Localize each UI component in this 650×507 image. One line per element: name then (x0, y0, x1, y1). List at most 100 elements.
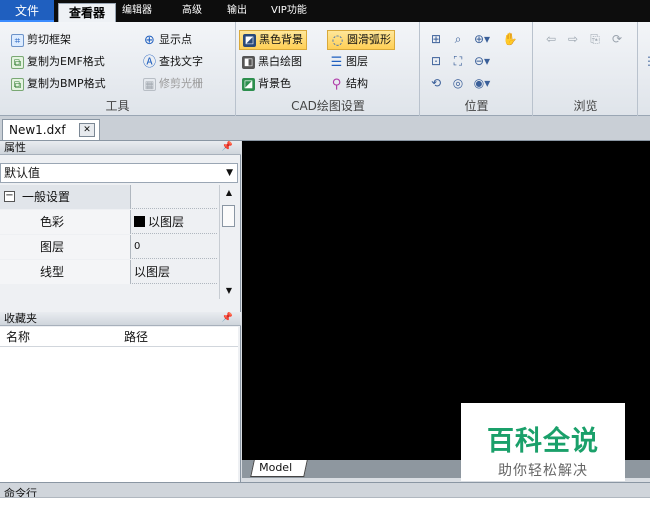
group-position-label: 位置 (464, 99, 489, 113)
property-row-linetype[interactable]: 线型 以图层 (0, 260, 217, 284)
column-name[interactable]: 名称 (6, 327, 30, 347)
property-value[interactable]: 以图层 (134, 260, 170, 284)
trim-raster-label: 修剪光栅 (159, 77, 203, 90)
command-input[interactable] (0, 497, 650, 507)
zoom-prev-icon[interactable]: ◉▾ (473, 74, 491, 92)
property-category-row[interactable]: − 一般设置 (0, 185, 217, 209)
close-icon[interactable]: ✕ (79, 123, 95, 137)
zoom-in-icon[interactable]: ⊕▾ (473, 30, 491, 48)
favorites-column-header: 名称 路径 (0, 327, 238, 347)
document-tab-strip: New1.dxf ✕ (0, 116, 650, 141)
find-icon: Ⓐ (143, 54, 157, 70)
tab-advanced[interactable]: 高级 (182, 0, 202, 22)
extents-icon[interactable]: ⊡ (427, 52, 445, 70)
favorites-title: 收藏夹 (4, 312, 37, 325)
scroll-down-icon[interactable]: ▼ (220, 283, 238, 299)
properties-scrollbar[interactable]: ▲ ▼ (219, 185, 237, 299)
back-arrow-icon[interactable]: ⇦ (542, 30, 560, 48)
ribbon-panel: ⌗ 剪切框架 ⧉ 复制为EMF格式 ⧉ 复制为BMP格式 ⊕ 显示点 Ⓐ 查找文… (0, 22, 650, 116)
fit-drawing-icon[interactable]: ⊞ (427, 30, 445, 48)
tab-viewer[interactable]: 查看器 (58, 3, 116, 22)
black-background-button[interactable]: ◩ 黑色背景 (239, 30, 307, 50)
property-key: 色彩 (0, 210, 131, 234)
tab-vip[interactable]: VIP功能 (271, 0, 307, 22)
group-browse-label: 浏览 (573, 99, 598, 113)
background-color-label: 背景色 (258, 77, 291, 90)
background-color-button[interactable]: ◪ 背景色 (239, 74, 294, 94)
arc-icon: ◌ (331, 32, 344, 48)
tab-output[interactable]: 输出 (227, 0, 247, 22)
group-tools: ⌗ 剪切框架 ⧉ 复制为EMF格式 ⧉ 复制为BMP格式 ⊕ 显示点 Ⓐ 查找文… (0, 22, 236, 116)
more-ribbon-icon[interactable]: ⋮ (640, 52, 650, 70)
bw-icon: ◧ (242, 55, 255, 69)
document-tab-label: New1.dxf (9, 123, 66, 137)
zoom-extents-icon[interactable]: ⛶ (449, 52, 467, 70)
cad-viewer-app: 文件 查看器 编辑器 高级 输出 VIP功能 ⌗ 剪切框架 ⧉ 复制为EMF格式… (0, 0, 650, 507)
property-row-color[interactable]: 色彩 以图层 (0, 210, 217, 234)
collapse-icon[interactable]: − (4, 191, 15, 202)
property-value[interactable]: 以图层 (134, 210, 184, 234)
favorites-list[interactable] (0, 347, 238, 482)
layers-button[interactable]: ☰ 图层 (327, 52, 371, 72)
properties-header: 属性 📌 (0, 141, 241, 155)
layers-icon: ☰ (330, 54, 343, 70)
pan-hand-icon[interactable]: ✋ (501, 30, 519, 48)
group-tools-label: 工具 (105, 99, 130, 113)
tab-editor[interactable]: 编辑器 (122, 0, 152, 22)
chevron-down-icon: ▼ (226, 168, 233, 178)
crop-frame-button[interactable]: ⌗ 剪切框架 (8, 30, 74, 50)
property-value[interactable]: 0 (134, 235, 140, 259)
property-row-layer[interactable]: 图层 0 (0, 235, 217, 259)
structure-label: 结构 (346, 77, 368, 90)
left-dock-panel: 属性 📌 默认值 ▼ − 一般设置 色彩 以图层 图层 0 线型 以图层 ▲ ▼… (0, 141, 241, 482)
group-cad-settings: ◩ 黑色背景 ◧ 黑白绘图 ◪ 背景色 ◌ 圆滑弧形 ☰ 图层 ⚲ 结构 CAD… (237, 22, 420, 116)
properties-selector[interactable]: 默认值 ▼ (0, 163, 238, 183)
property-category-label: 一般设置 (22, 190, 71, 204)
structure-button[interactable]: ⚲ 结构 (327, 74, 371, 94)
structure-icon: ⚲ (331, 76, 342, 92)
copy-emf-button[interactable]: ⧉ 复制为EMF格式 (8, 52, 108, 72)
rotate-icon[interactable]: ⟲ (427, 74, 445, 92)
pin-icon[interactable]: 📌 (222, 141, 233, 154)
document-tab[interactable]: New1.dxf ✕ (2, 119, 100, 140)
properties-title: 属性 (4, 141, 26, 154)
zoom-window-icon[interactable]: ⌕ (449, 30, 467, 48)
trim-raster-button[interactable]: ▦ 修剪光栅 (140, 74, 206, 94)
palette-icon: ◪ (242, 77, 255, 91)
column-path[interactable]: 路径 (124, 327, 148, 347)
show-points-label: 显示点 (159, 33, 192, 46)
group-cad-settings-label: CAD绘图设置 (291, 99, 365, 113)
forward-arrow-icon[interactable]: ⇨ (564, 30, 582, 48)
smooth-arc-label: 圆滑弧形 (347, 33, 391, 46)
watermark-subtitle: 助你轻松解决 (498, 463, 588, 479)
scroll-thumb[interactable] (222, 205, 235, 227)
crop-icon: ⌗ (11, 33, 24, 47)
group-browse: ⇦ ⇨ ⎘ ⟳ 浏览 (534, 22, 638, 116)
scroll-up-icon[interactable]: ▲ (220, 185, 238, 201)
tab-file[interactable]: 文件 (0, 0, 54, 22)
pin-icon[interactable]: 📌 (222, 312, 233, 325)
group-position: ⊞ ⌕ ⊕▾ ✋ ⊡ ⛶ ⊖▾ ⟲ ◎ ◉▾ 位置 (421, 22, 533, 116)
copy-bmp-button[interactable]: ⧉ 复制为BMP格式 (8, 74, 109, 94)
model-tab[interactable]: Model (250, 460, 308, 477)
copy-icon: ⧉ (11, 55, 24, 69)
zoom-out-icon[interactable]: ⊖▾ (473, 52, 491, 70)
property-key: 图层 (0, 235, 131, 259)
watermark-logo: 百科全说 助你轻松解决 (461, 403, 625, 481)
model-tab-label: Model (259, 461, 293, 474)
refresh-icon[interactable]: ⟳ (608, 30, 626, 48)
open-folder-icon[interactable]: ⎘ (586, 30, 604, 48)
watermark-title: 百科全说 (487, 426, 599, 457)
bw-drawing-button[interactable]: ◧ 黑白绘图 (239, 52, 305, 72)
property-category-key: − 一般设置 (0, 185, 131, 209)
smooth-arc-button[interactable]: ◌ 圆滑弧形 (327, 30, 395, 50)
find-text-button[interactable]: Ⓐ 查找文字 (140, 52, 206, 72)
black-background-icon: ◩ (243, 33, 256, 47)
property-value-text: 以图层 (148, 215, 185, 229)
ribbon-tab-bar: 文件 查看器 编辑器 高级 输出 VIP功能 (0, 0, 650, 22)
show-points-button[interactable]: ⊕ 显示点 (140, 30, 195, 50)
orbit-icon[interactable]: ◎ (449, 74, 467, 92)
properties-selector-value: 默认值 (4, 166, 41, 180)
favorites-header: 收藏夹 📌 (0, 312, 241, 326)
copy-bmp-label: 复制为BMP格式 (27, 77, 106, 90)
